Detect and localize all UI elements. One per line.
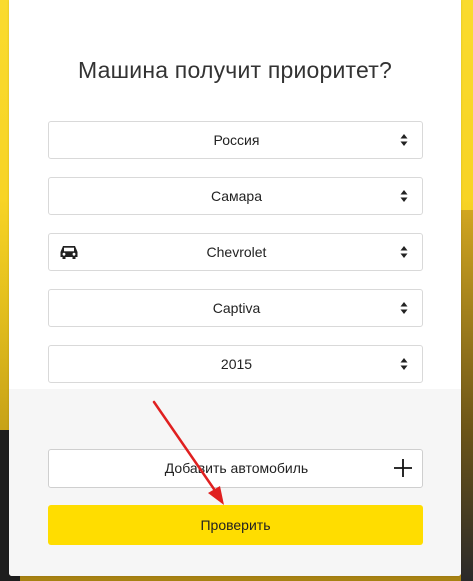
select-arrows-icon bbox=[400, 302, 408, 314]
car-model-select[interactable]: Captiva bbox=[48, 289, 423, 327]
background-photo-right-edge bbox=[461, 210, 473, 581]
select-arrows-icon bbox=[400, 246, 408, 258]
select-arrows-icon bbox=[400, 190, 408, 202]
city-select[interactable]: Самара bbox=[48, 177, 423, 215]
car-brand-select-value: Chevrolet bbox=[206, 244, 267, 260]
form-title: Машина получит приоритет? bbox=[78, 57, 392, 83]
country-select[interactable]: Россия bbox=[48, 121, 423, 159]
select-arrows-icon bbox=[400, 134, 408, 146]
priority-check-card: Машина получит приоритет? Россия Самара … bbox=[9, 0, 461, 576]
city-select-value: Самара bbox=[210, 188, 263, 204]
add-car-label: Добавить автомобиль bbox=[164, 460, 309, 476]
select-arrows-icon bbox=[400, 358, 408, 370]
car-year-select-value: 2015 bbox=[220, 356, 253, 372]
plus-icon bbox=[394, 459, 412, 477]
country-select-value: Россия bbox=[213, 132, 260, 148]
car-year-select[interactable]: 2015 bbox=[48, 345, 423, 383]
add-car-button[interactable]: Добавить автомобиль bbox=[48, 449, 423, 488]
car-brand-select[interactable]: Chevrolet bbox=[48, 233, 423, 271]
check-button[interactable]: Проверить bbox=[48, 505, 423, 545]
car-model-select-value: Captiva bbox=[212, 300, 261, 316]
check-button-label: Проверить bbox=[200, 517, 271, 533]
